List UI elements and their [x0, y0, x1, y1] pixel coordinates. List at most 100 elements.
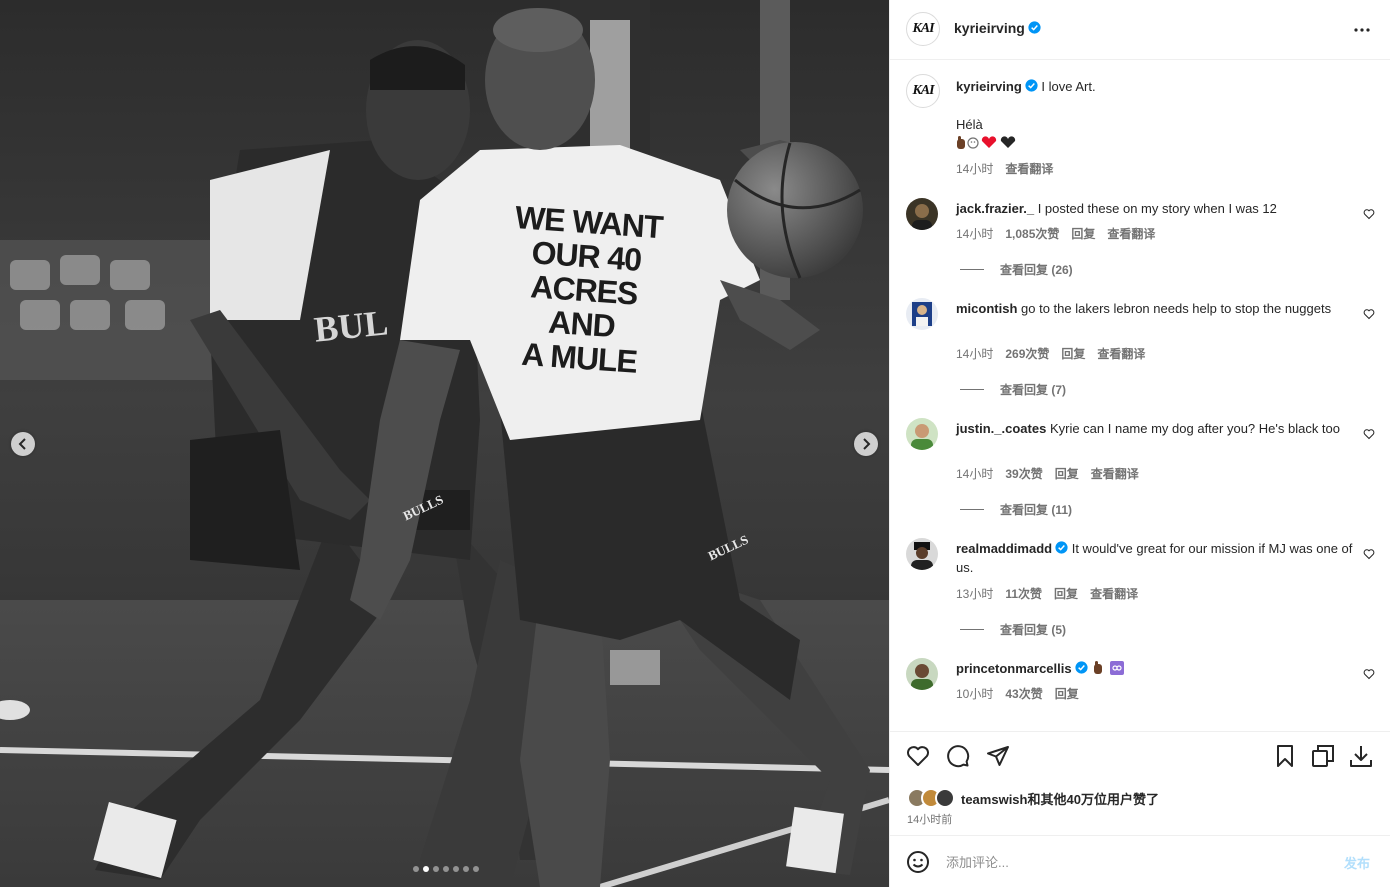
- comment-body: jack.frazier._ I posted these on my stor…: [956, 199, 1356, 218]
- comment-meta: 13小时 11次赞 回复 查看翻译: [956, 585, 1138, 602]
- comment-reply-button[interactable]: 回复: [1061, 345, 1085, 362]
- share-icon[interactable]: [986, 744, 1010, 768]
- comment-reply-button[interactable]: 回复: [1055, 465, 1079, 482]
- likes-summary[interactable]: teamswish和其他40万位用户赞了: [907, 788, 1159, 808]
- comment-time: 10小时: [956, 687, 994, 701]
- comment-emoji-row: [1094, 661, 1125, 675]
- post-side-panel: KAI kyrieirving KAI kyrieirving I love A…: [889, 0, 1390, 887]
- avatar-image: [912, 204, 932, 230]
- post-comment-button[interactable]: 发布: [1344, 853, 1370, 872]
- comment-reply-button[interactable]: 回复: [1071, 225, 1095, 242]
- comment-text: Kyrie can I name my dog after you? He's …: [1049, 421, 1341, 436]
- commenter-avatar[interactable]: [906, 198, 938, 230]
- carousel-dot[interactable]: [463, 866, 469, 872]
- chevron-left-icon: [18, 438, 26, 450]
- comment-likes[interactable]: 43次赞: [1005, 685, 1042, 702]
- comment-body: micontish go to the lakers lebron needs …: [956, 299, 1356, 318]
- comment-likes[interactable]: 39次赞: [1005, 465, 1042, 482]
- comment-likes[interactable]: 269次赞: [1005, 345, 1049, 362]
- comment-body: justin._.coates Kyrie can I name my dog …: [956, 419, 1356, 438]
- verified-badge-icon: [1055, 541, 1068, 554]
- carousel-dot[interactable]: [443, 866, 449, 872]
- comment-heart-icon[interactable]: [1363, 428, 1375, 440]
- commenter-avatar[interactable]: [906, 538, 938, 570]
- view-replies-button[interactable]: 查看回复 (26): [960, 261, 1073, 278]
- caption-line-2: Hélà: [956, 117, 983, 132]
- caption-username[interactable]: kyrieirving: [956, 79, 1022, 94]
- post-timestamp: 14小时前: [907, 814, 953, 826]
- comment-time: 13小时: [956, 587, 994, 601]
- caption-author-avatar[interactable]: KAI: [906, 74, 940, 108]
- comment-reply-button[interactable]: 回复: [1054, 585, 1078, 602]
- comment-time: 14小时: [956, 347, 994, 361]
- comment-text: I posted these on my story when I was 12: [1037, 201, 1277, 216]
- comment-heart-icon[interactable]: [1363, 308, 1375, 320]
- comment-likes[interactable]: 1,085次赞: [1005, 225, 1059, 242]
- comment-translate-link[interactable]: 查看翻译: [1090, 585, 1138, 602]
- comment-input[interactable]: [946, 850, 1326, 874]
- defender-jersey-logo: BUL: [312, 302, 390, 350]
- caption-translate-link[interactable]: 查看翻译: [1005, 160, 1053, 177]
- commenter-avatar[interactable]: [906, 298, 938, 330]
- view-replies-button[interactable]: 查看回复 (5): [960, 621, 1066, 638]
- avatar-image: [911, 542, 933, 570]
- shirt-slogan: WE WANT OUR 40 ACRES AND A MULE: [513, 199, 664, 380]
- commenter-avatar[interactable]: [906, 658, 938, 690]
- comment-username[interactable]: realmaddimadd: [956, 541, 1052, 556]
- comment-username[interactable]: princetonmarcellis: [956, 661, 1072, 676]
- bookmark-icon[interactable]: [1273, 744, 1297, 768]
- carousel-dot-active[interactable]: [423, 866, 429, 872]
- comment-time: 14小时: [956, 227, 994, 241]
- comment-meta: 14小时 1,085次赞 回复 查看翻译: [956, 225, 1155, 242]
- copy-icon[interactable]: [1311, 744, 1335, 768]
- carousel-dot[interactable]: [433, 866, 439, 872]
- likes-text[interactable]: teamswish和其他40万位用户赞了: [961, 789, 1159, 808]
- liker-avatar: [935, 788, 955, 808]
- comment-translate-link[interactable]: 查看翻译: [1097, 345, 1145, 362]
- comment-text: go to the lakers lebron needs help to st…: [1021, 301, 1332, 316]
- comment-heart-icon[interactable]: [1363, 208, 1375, 220]
- comment-translate-link[interactable]: 查看翻译: [1091, 465, 1139, 482]
- commenter-avatar[interactable]: [906, 418, 938, 450]
- comment-meta: 14小时 39次赞 回复 查看翻译: [956, 465, 1139, 482]
- carousel-dots: [413, 866, 479, 872]
- download-icon[interactable]: [1349, 744, 1373, 768]
- heart-icon[interactable]: [906, 744, 930, 768]
- carousel-dot[interactable]: [453, 866, 459, 872]
- comment-composer: 发布: [890, 835, 1390, 887]
- comment-body: realmaddimadd It would've great for our …: [956, 539, 1356, 577]
- comment-likes[interactable]: 11次赞: [1005, 585, 1042, 602]
- view-replies-button[interactable]: 查看回复 (11): [960, 501, 1072, 518]
- verified-badge-icon: [1075, 661, 1088, 674]
- carousel-dot[interactable]: [473, 866, 479, 872]
- post-media: WE WANT OUR 40 ACRES AND A MULE BULLS BU…: [0, 0, 889, 887]
- comment-meta: 14小时 269次赞 回复 查看翻译: [956, 345, 1145, 362]
- comment-username[interactable]: jack.frazier._: [956, 201, 1034, 216]
- more-icon[interactable]: [1352, 20, 1372, 40]
- comment-heart-icon[interactable]: [1363, 668, 1375, 680]
- caption-emojis: [956, 134, 1356, 153]
- comment-icon[interactable]: [946, 744, 970, 768]
- carousel-dot[interactable]: [413, 866, 419, 872]
- caption-time: 14小时: [956, 162, 994, 176]
- comment-translate-link[interactable]: 查看翻译: [1107, 225, 1155, 242]
- author-username[interactable]: kyrieirving: [954, 20, 1025, 36]
- comment-body: princetonmarcellis: [956, 659, 1356, 678]
- avatar-image: [911, 664, 933, 690]
- verified-badge-icon: [1025, 79, 1038, 92]
- carousel-prev-button[interactable]: [11, 432, 35, 456]
- comment-heart-icon[interactable]: [1363, 548, 1375, 560]
- comment-meta: 10小时 43次赞 回复: [956, 685, 1079, 702]
- carousel-next-button[interactable]: [854, 432, 878, 456]
- caption-line-1: I love Art.: [1041, 79, 1096, 94]
- view-replies-button[interactable]: 查看回复 (7): [960, 381, 1066, 398]
- caption-text: kyrieirving I love Art.: [956, 77, 1356, 96]
- comment-username[interactable]: justin._.coates: [956, 421, 1046, 436]
- comment-time: 14小时: [956, 467, 994, 481]
- smiley-icon[interactable]: [906, 850, 930, 874]
- avatar-image: [911, 424, 933, 450]
- comment-username[interactable]: micontish: [956, 301, 1017, 316]
- comment-reply-button[interactable]: 回复: [1055, 685, 1079, 702]
- comments-list[interactable]: KAI kyrieirving I love Art. Hélà 14小时 查看…: [890, 60, 1390, 730]
- author-avatar[interactable]: KAI: [906, 12, 940, 46]
